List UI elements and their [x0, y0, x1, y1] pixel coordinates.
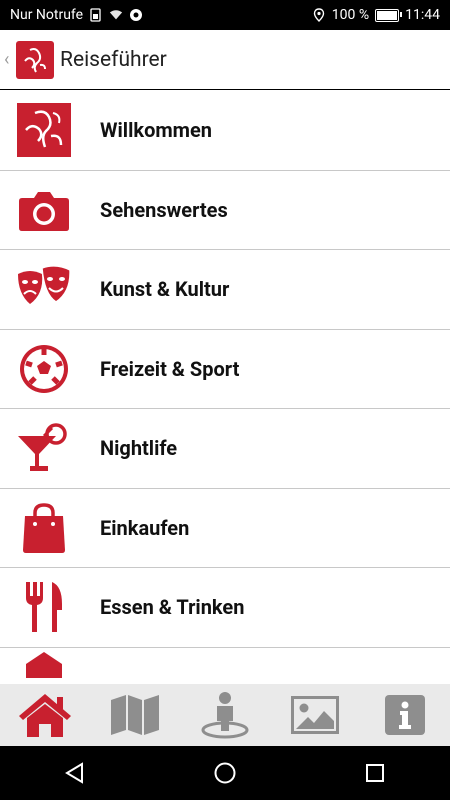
status-left: Nur Notrufe: [10, 7, 143, 23]
camera-icon: [16, 182, 72, 238]
bottom-tab-bar: [0, 684, 450, 746]
menu-item-label: Willkommen: [100, 118, 213, 143]
map-icon: [111, 695, 159, 735]
menu-item-label: Kunst & Kultur: [100, 277, 230, 302]
welcome-logo-icon: [16, 102, 72, 158]
circle-home-icon: [214, 762, 236, 784]
menu-item-willkommen[interactable]: Willkommen: [0, 91, 450, 171]
square-recents-icon: [366, 764, 384, 782]
menu-item-partial[interactable]: [0, 648, 450, 685]
cocktail-glass-icon: [16, 420, 72, 476]
menu-item-freizeit-sport[interactable]: Freizeit & Sport: [0, 330, 450, 409]
tab-map[interactable]: [105, 690, 165, 740]
menu-item-label: Essen & Trinken: [100, 595, 245, 620]
menu-item-essen-trinken[interactable]: Essen & Trinken: [0, 568, 450, 648]
system-nav-bar: [0, 746, 450, 800]
page-title: Reiseführer: [60, 47, 167, 72]
home-icon: [19, 694, 71, 737]
tab-home[interactable]: [15, 690, 75, 740]
theater-masks-icon: [16, 261, 72, 317]
status-bar: Nur Notrufe 100 % 11:44: [0, 0, 450, 30]
hotel-icon: [16, 648, 72, 678]
tab-gallery[interactable]: [285, 690, 345, 740]
nav-recents-button[interactable]: [355, 753, 395, 793]
sim-icon: [90, 8, 101, 22]
location-pin-icon: [313, 8, 324, 22]
wifi-icon: [109, 10, 123, 20]
shopping-bag-icon: [16, 500, 72, 556]
menu-item-einkaufen[interactable]: Einkaufen: [0, 489, 450, 568]
battery-icon: [375, 8, 403, 22]
menu-item-kunst-kultur[interactable]: Kunst & Kultur: [0, 250, 450, 330]
menu-item-label: Einkaufen: [100, 515, 190, 540]
back-chevron-icon[interactable]: ‹: [4, 49, 14, 70]
carrier-text: Nur Notrufe: [10, 7, 84, 23]
menu-list: Willkommen Sehenswertes Kunst & Kultur F…: [0, 91, 450, 684]
person-location-icon: [201, 692, 249, 739]
menu-item-nightlife[interactable]: Nightlife: [0, 409, 450, 489]
tab-location[interactable]: [195, 690, 255, 740]
status-right: 100 % 11:44: [312, 7, 440, 23]
menu-item-label: Sehenswertes: [100, 197, 228, 222]
clock-time: 11:44: [405, 7, 440, 23]
tab-info[interactable]: [375, 690, 435, 740]
menu-item-sehenswertes[interactable]: Sehenswertes: [0, 171, 450, 250]
battery-percent: 100 %: [331, 7, 370, 23]
info-icon: [385, 695, 425, 735]
soccer-ball-icon: [16, 341, 72, 397]
image-icon: [291, 696, 339, 734]
app-logo-icon[interactable]: [16, 40, 54, 79]
triangle-back-icon: [65, 762, 83, 784]
chrome-icon: [130, 9, 143, 21]
nav-home-button[interactable]: [205, 753, 245, 793]
app-bar: ‹ Reiseführer: [0, 30, 450, 90]
fork-knife-icon: [16, 579, 72, 635]
menu-item-label: Nightlife: [100, 436, 178, 461]
nav-back-button[interactable]: [55, 753, 95, 793]
menu-item-label: Freizeit & Sport: [100, 356, 240, 381]
